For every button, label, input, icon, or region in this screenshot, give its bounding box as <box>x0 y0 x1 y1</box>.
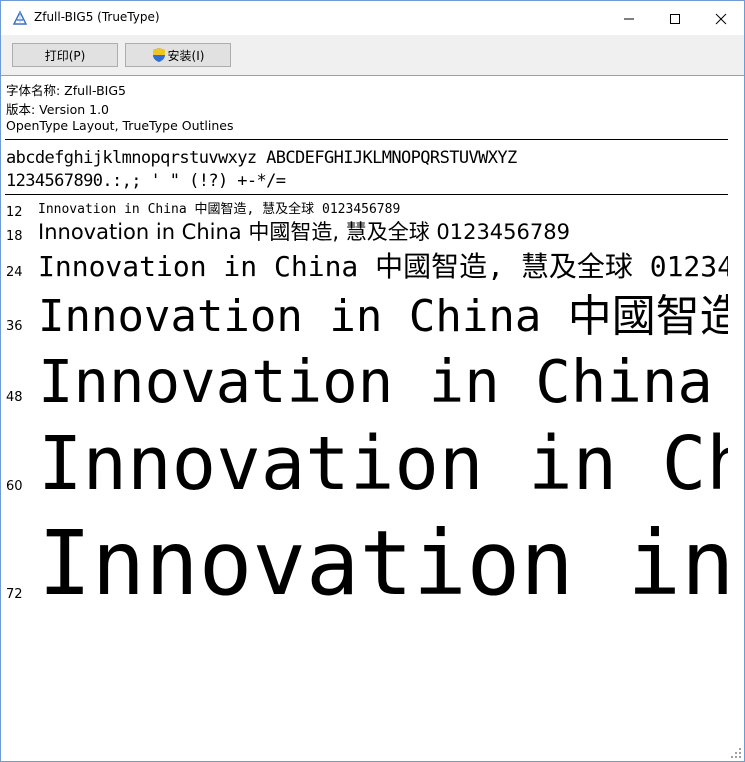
uac-shield-icon <box>152 48 165 62</box>
window-title: Zfull-BIG5 (TrueType) <box>34 10 160 24</box>
sample-row-18: 18 Innovation in China 中國智造, 慧及全球 012345… <box>1 219 728 249</box>
font-viewer-window: Zfull-BIG5 (TrueType) 打印(P) 安装(I) 字体名称: … <box>0 0 745 762</box>
right-margin <box>728 76 744 761</box>
minimize-button[interactable] <box>606 1 652 35</box>
sample-row-24: 24 Innovation in China 中國智造, 慧及全球 012345… <box>1 249 728 289</box>
title-bar[interactable]: Zfull-BIG5 (TrueType) <box>1 1 744 35</box>
size-label: 18 <box>6 229 23 244</box>
version-line: 版本: Version 1.0 <box>6 102 110 117</box>
toolbar: 打印(P) 安装(I) <box>1 35 744 76</box>
sample-text: Innovation in China 中國智造, 慧及全球 012345678… <box>38 347 728 416</box>
sample-row-36: 36 Innovation in China 中國智造, 慧及全球 012345… <box>1 288 728 344</box>
sample-row-12: 12 Innovation in China 中國智造, 慧及全球 012345… <box>1 200 728 220</box>
install-button-label: 安装(I) <box>167 48 205 63</box>
size-label: 48 <box>6 390 23 405</box>
outline-type-line: OpenType Layout, TrueType Outlines <box>6 118 234 133</box>
font-app-icon <box>12 10 28 26</box>
resize-grip-icon[interactable] <box>730 747 742 759</box>
minimize-icon <box>624 18 634 20</box>
sample-row-60: 60 Innovation in China 中國智造, 慧及全球 012345… <box>1 417 728 507</box>
divider-line <box>5 194 728 195</box>
maximize-icon <box>670 14 680 24</box>
sample-text: Innovation in China 中國智造, 慧及全球 012345678… <box>38 421 728 507</box>
close-button[interactable] <box>698 1 744 35</box>
sample-text: Innovation in China 中國智造, 慧及全球 012345678… <box>38 220 570 244</box>
sample-text: Innovation in China 中國智造, 慧及全球 012345678… <box>38 291 728 342</box>
size-label: 36 <box>6 319 23 334</box>
install-button[interactable]: 安装(I) <box>125 43 231 67</box>
size-label: 60 <box>6 479 23 494</box>
print-button-label: 打印(P) <box>44 48 86 63</box>
size-label: 72 <box>6 587 23 602</box>
maximize-button[interactable] <box>652 1 698 35</box>
size-label: 24 <box>6 265 23 280</box>
size-label: 12 <box>6 205 23 220</box>
font-name-line: 字体名称: Zfull-BIG5 <box>6 83 126 98</box>
sample-row-48: 48 Innovation in China 中國智造, 慧及全球 012345… <box>1 344 728 417</box>
alphabet-sample: abcdefghijklmnopqrstuvwxyz ABCDEFGHIJKLM… <box>6 148 517 168</box>
font-preview-area: 字体名称: Zfull-BIG5 版本: Version 1.0 OpenTyp… <box>1 76 728 761</box>
close-icon <box>715 13 727 25</box>
print-button[interactable]: 打印(P) <box>12 43 118 67</box>
sample-text: Innovation in China 中國智造, 慧及全球 012345678… <box>38 202 401 217</box>
sample-row-72: 72 Innovation in China 中國智造, 慧及全球 012345… <box>1 507 728 617</box>
sample-text: Innovation in China 中國智造, 慧及全球 012345678… <box>38 511 728 615</box>
divider-line <box>5 139 728 140</box>
sample-text: Innovation in China 中國智造, 慧及全球 012345678… <box>38 250 728 283</box>
digits-symbols-sample: 1234567890.:,; ' " (!?) +-*/= <box>6 171 286 191</box>
